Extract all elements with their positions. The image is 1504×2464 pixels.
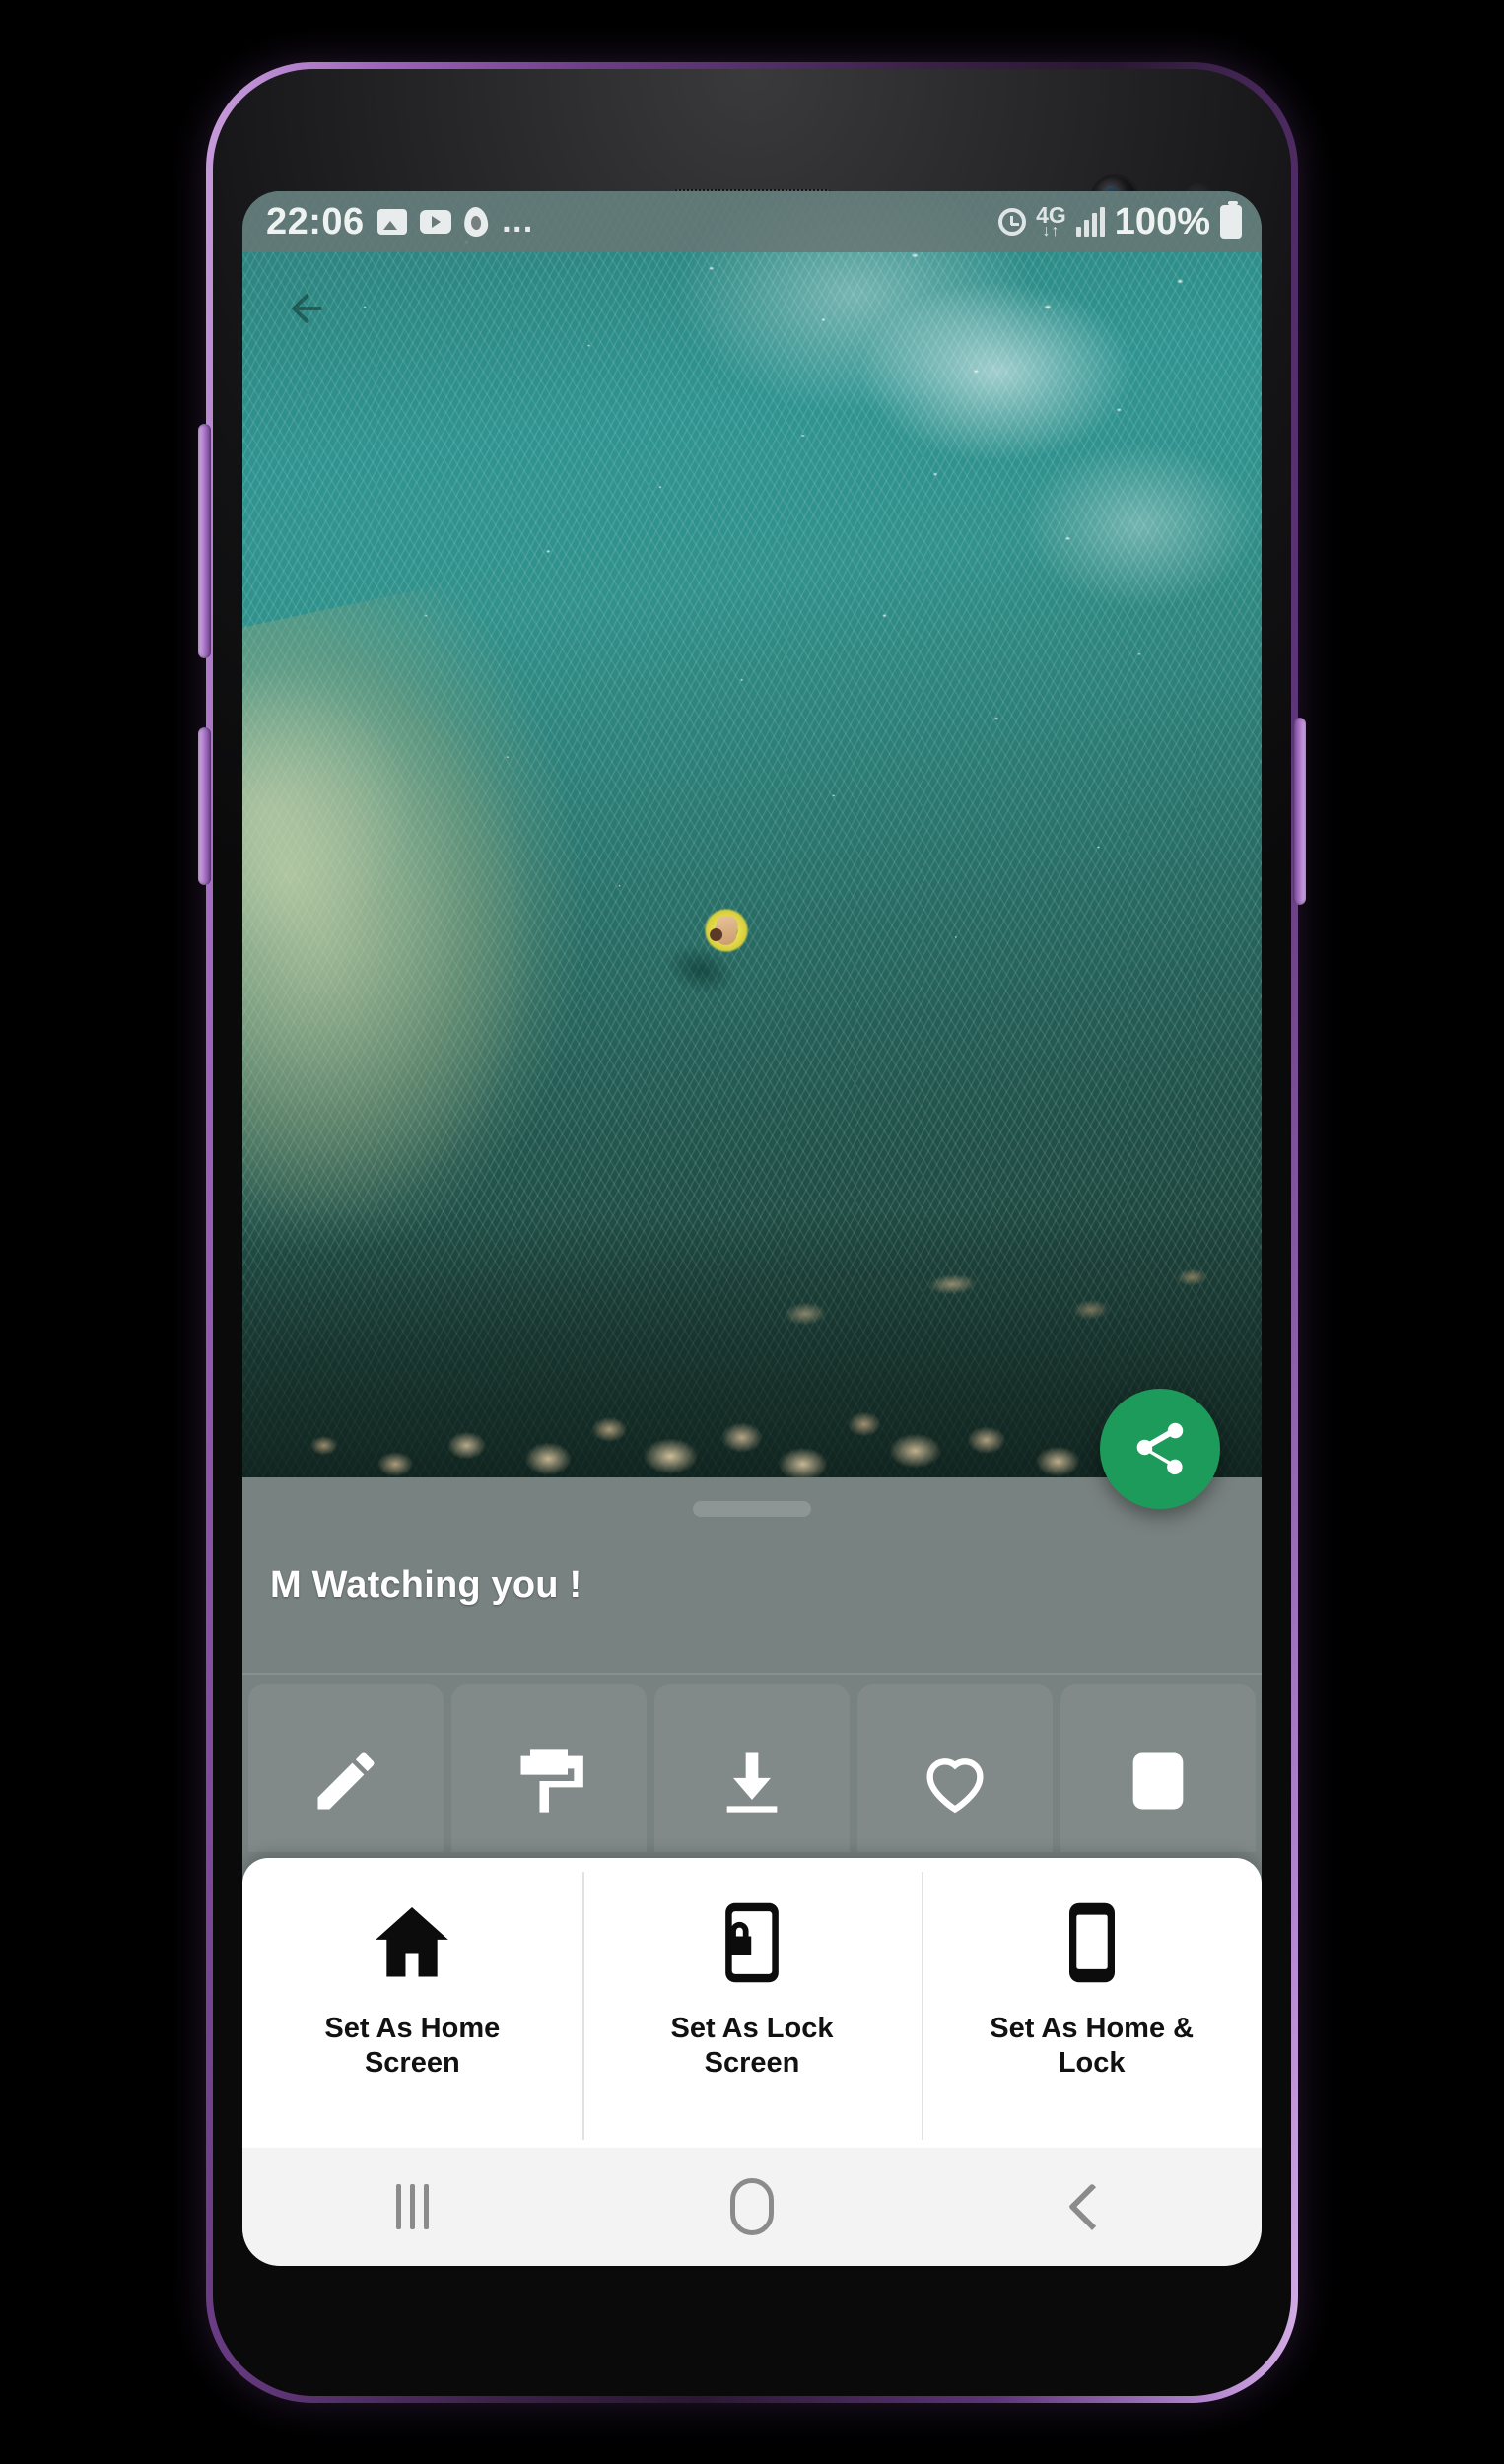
crop-icon [1132, 1752, 1184, 1810]
screenshot-stage: 22:06 … 4G ↓↑ 100% M Watching you ! Set … [0, 0, 1504, 2464]
phone-screen: 22:06 … 4G ↓↑ 100% M Watching you ! Set … [242, 191, 1262, 2266]
power-button[interactable] [1293, 718, 1306, 905]
preview-button[interactable] [1060, 1684, 1256, 1852]
pencil-icon [317, 1752, 375, 1810]
share-icon [1136, 1422, 1184, 1475]
favorite-button[interactable] [857, 1684, 1053, 1852]
youtube-icon [419, 210, 451, 234]
sheet-drag-handle[interactable] [693, 1501, 811, 1517]
edit-button[interactable] [248, 1684, 444, 1852]
gallery-icon [376, 209, 407, 235]
wallpaper-preview-image[interactable] [242, 191, 1262, 1477]
apply-wallpaper-button[interactable] [451, 1684, 647, 1852]
battery-percent: 100% [1114, 201, 1210, 242]
download-button[interactable] [654, 1684, 850, 1852]
back-nav-icon [1067, 2182, 1116, 2231]
phone-icon [1047, 1891, 1137, 1994]
network-4g-icon: 4G ↓↑ [1036, 202, 1066, 240]
paint-roller-icon [520, 1749, 583, 1813]
status-time: 22:06 [266, 201, 365, 242]
heart-icon [926, 1758, 984, 1814]
battery-icon [1220, 201, 1242, 239]
back-arrow-icon[interactable] [284, 286, 329, 331]
alarm-icon [998, 208, 1027, 236]
volume-button[interactable] [198, 424, 211, 658]
home-icon [367, 1891, 457, 1994]
home-nav-icon [729, 2178, 774, 2235]
nav-back-button[interactable] [1033, 2162, 1151, 2251]
set-as-home-and-lock-option[interactable]: Set As Home & Lock [922, 1858, 1262, 2148]
signal-bars-icon [1075, 207, 1105, 237]
download-icon [726, 1752, 778, 1813]
sheet-divider [242, 1673, 1262, 1675]
set-as-home-screen-option[interactable]: Set As Home Screen [242, 1858, 582, 2148]
overflow-dots-icon: … [500, 202, 537, 240]
fire-icon [462, 206, 489, 238]
set-as-lock-screen-option[interactable]: Set As Lock Screen [581, 1858, 923, 2148]
bixby-button[interactable] [198, 727, 211, 885]
phone-lock-icon [707, 1891, 797, 1994]
status-bar: 22:06 … 4G ↓↑ 100% [242, 191, 1262, 252]
set-wallpaper-dialog: Set As Home Screen Set As Lock Screen Se… [242, 1858, 1262, 2148]
option-label: Set As Home & Lock [990, 2013, 1195, 2080]
option-label: Set As Home Screen [324, 2013, 501, 2080]
option-label: Set As Lock Screen [670, 2013, 834, 2080]
wallpaper-title: M Watching you ! [270, 1564, 582, 1606]
nav-home-button[interactable] [693, 2162, 811, 2251]
share-fab-button[interactable] [1100, 1389, 1220, 1509]
action-button-row [242, 1684, 1262, 1852]
recents-icon [395, 2184, 429, 2229]
android-navigation-bar [242, 2148, 1262, 2266]
nav-recents-button[interactable] [353, 2162, 471, 2251]
